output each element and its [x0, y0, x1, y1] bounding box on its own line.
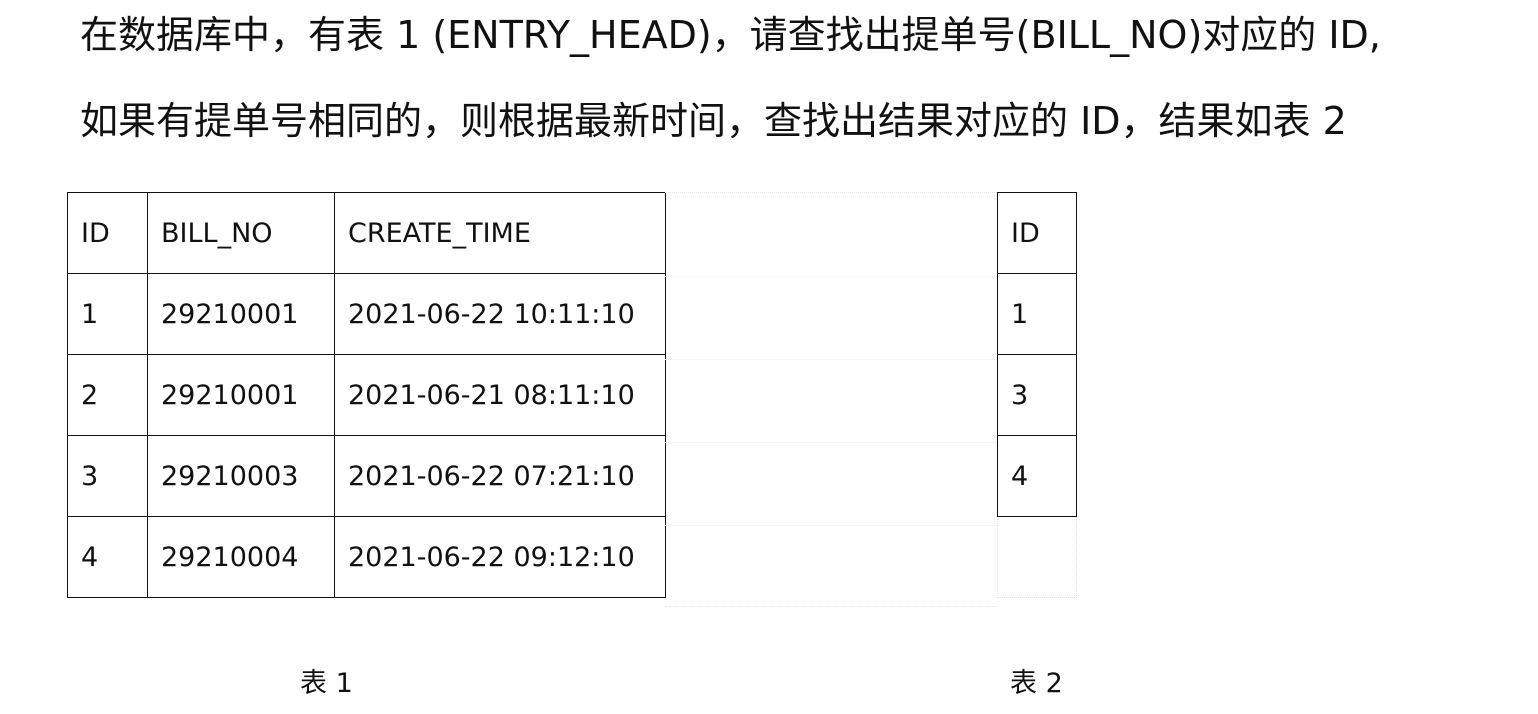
header-bill-no: BILL_NO: [147, 192, 335, 274]
cell-bill-no: 29210004: [147, 516, 335, 598]
question-line-2: 如果有提单号相同的，则根据最新时间，查找出结果对应的 ID，结果如表 2: [80, 99, 1347, 143]
header-create-time: CREATE_TIME: [334, 192, 666, 274]
header-id: ID: [997, 192, 1077, 274]
cell-bill-no: 29210003: [147, 435, 335, 517]
cell-bill-no: 29210001: [147, 273, 335, 355]
spacer-divider: [665, 442, 997, 443]
spacer-divider: [665, 359, 997, 360]
empty-row: [997, 516, 1077, 598]
cell-id: 3: [997, 354, 1077, 436]
cell-id: 4: [997, 435, 1077, 517]
cell-bill-no: 29210001: [147, 354, 335, 436]
cell-id: 4: [67, 516, 148, 598]
table-row: 1 29210001 2021-06-22 10:11:10: [67, 273, 666, 355]
table-row: 2 29210001 2021-06-21 08:11:10: [67, 354, 666, 436]
table-header-row: ID BILL_NO CREATE_TIME: [67, 192, 666, 274]
cell-create-time: 2021-06-22 09:12:10: [334, 516, 666, 598]
cell-id: 1: [67, 273, 148, 355]
question-line-1: 在数据库中，有表 1 (ENTRY_HEAD)，请查找出提单号(BILL_NO)…: [80, 13, 1381, 57]
table-row: 4: [997, 435, 1077, 517]
table-row: 4 29210004 2021-06-22 09:12:10: [67, 516, 666, 598]
table-1-caption: 表 1: [300, 668, 353, 699]
cell-create-time: 2021-06-22 10:11:10: [334, 273, 666, 355]
blank-spacer-area: [665, 192, 997, 607]
cell-id: 3: [67, 435, 148, 517]
table-row: 1: [997, 273, 1077, 355]
question-text: 在数据库中，有表 1 (ENTRY_HEAD)，请查找出提单号(BILL_NO)…: [80, 10, 1500, 182]
spacer-divider: [665, 525, 997, 526]
cell-id: 2: [67, 354, 148, 436]
header-id: ID: [67, 192, 148, 274]
cell-id: 1: [997, 273, 1077, 355]
empty-cell: [997, 516, 1077, 598]
table-header-row: ID: [997, 192, 1077, 274]
result-id-table: ID 1 3 4: [997, 192, 1077, 598]
table-2-caption: 表 2: [1010, 668, 1063, 699]
table-row: 3: [997, 354, 1077, 436]
table-row: 3 29210003 2021-06-22 07:21:10: [67, 435, 666, 517]
entry-head-table: ID BILL_NO CREATE_TIME 1 29210001 2021-0…: [67, 192, 666, 598]
cell-create-time: 2021-06-22 07:21:10: [334, 435, 666, 517]
cell-create-time: 2021-06-21 08:11:10: [334, 354, 666, 436]
spacer-divider: [665, 276, 997, 277]
